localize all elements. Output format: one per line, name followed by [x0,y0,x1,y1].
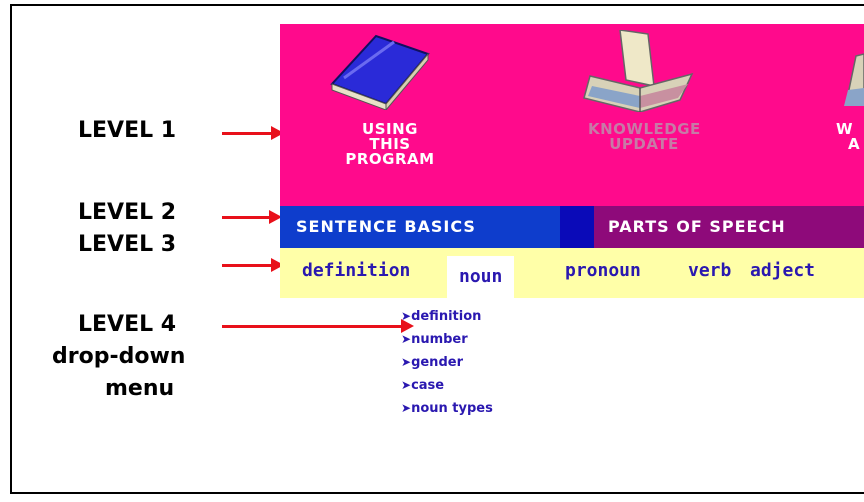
chevron-right-icon: ➤ [401,401,412,415]
closed-book-icon [330,34,430,110]
dropdown-item-label: definition [411,309,482,324]
subnav-adjective[interactable]: adject [750,260,864,281]
chevron-right-icon: ➤ [401,378,412,392]
level4-sublabel-menu: menu [105,376,175,401]
chevron-right-icon: ➤ [401,309,412,323]
dropdown-item[interactable]: ➤number [401,328,493,351]
dropdown-item[interactable]: ➤gender [401,351,493,374]
subnav-verb[interactable]: verb [688,260,731,281]
open-book-icon-partial [844,53,864,106]
dropdown-item-label: gender [411,355,463,370]
level2-label: LEVEL 2 [78,200,177,225]
dropdown-item-label: noun types [411,401,493,416]
level4-dropdown-menu: ➤definition ➤number ➤gender ➤case ➤noun … [401,305,493,420]
chevron-right-icon: ➤ [401,332,412,346]
level3-arrow [222,258,284,272]
dropdown-item-label: case [411,378,445,393]
tab-sentence-basics[interactable]: SENTENCE BASICS [280,206,560,248]
nav-item-partial[interactable]: W A [836,122,864,152]
nav-using-this-program[interactable]: USING THIS PROGRAM [342,122,438,167]
dropdown-item[interactable]: ➤noun types [401,397,493,420]
level1-label: LEVEL 1 [78,118,177,143]
level4-label: LEVEL 4 [78,312,177,337]
nav-knowledge-update[interactable]: KNOWLEDGE UPDATE [588,122,700,152]
nav-label-line2: UPDATE [609,135,679,153]
dropdown-item[interactable]: ➤case [401,374,493,397]
nav-label-line2: A [848,135,861,152]
dropdown-item-label: number [411,332,468,347]
level2-arrow [222,210,282,224]
dropdown-item[interactable]: ➤definition [401,305,493,328]
level4-arrow [222,319,414,333]
chevron-right-icon: ➤ [401,355,412,369]
subnav-definition[interactable]: definition [302,260,410,281]
open-book-icon [583,30,694,112]
subnav-pronoun[interactable]: pronoun [565,260,641,281]
nav-label-line1: USING THIS [362,120,418,153]
nav-label-line2: PROGRAM [345,150,435,168]
level3-label: LEVEL 3 [78,232,177,257]
level4-sublabel-dropdown: drop-down [52,344,186,369]
tab-parts-of-speech[interactable]: PARTS OF SPEECH [594,206,864,248]
level1-arrow [222,126,284,140]
subnav-noun[interactable]: noun [447,256,515,301]
